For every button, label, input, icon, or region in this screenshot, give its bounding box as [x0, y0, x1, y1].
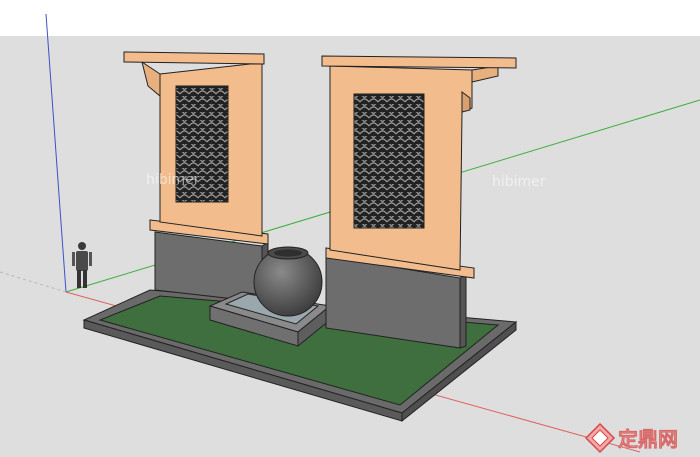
watermark-right: hibimer: [492, 174, 546, 190]
axis-guide: [0, 271, 67, 293]
fountain-sphere[interactable]: [253, 246, 323, 317]
scene-canvas: hibimer hibimer 定鼎网: [0, 13, 700, 454]
right-wall[interactable]: [321, 55, 517, 349]
right-lattice-screen: [353, 93, 425, 229]
corner-brand: 定鼎网: [584, 422, 678, 454]
diamond-logo-icon: [584, 422, 616, 454]
brand-name: 定鼎网: [618, 427, 678, 451]
human-scale-figure[interactable]: [72, 242, 92, 288]
model-viewport[interactable]: hibimer hibimer 定鼎网: [0, 0, 700, 457]
watermark-left: hibimer: [146, 172, 200, 188]
blue-axis: [45, 13, 67, 293]
